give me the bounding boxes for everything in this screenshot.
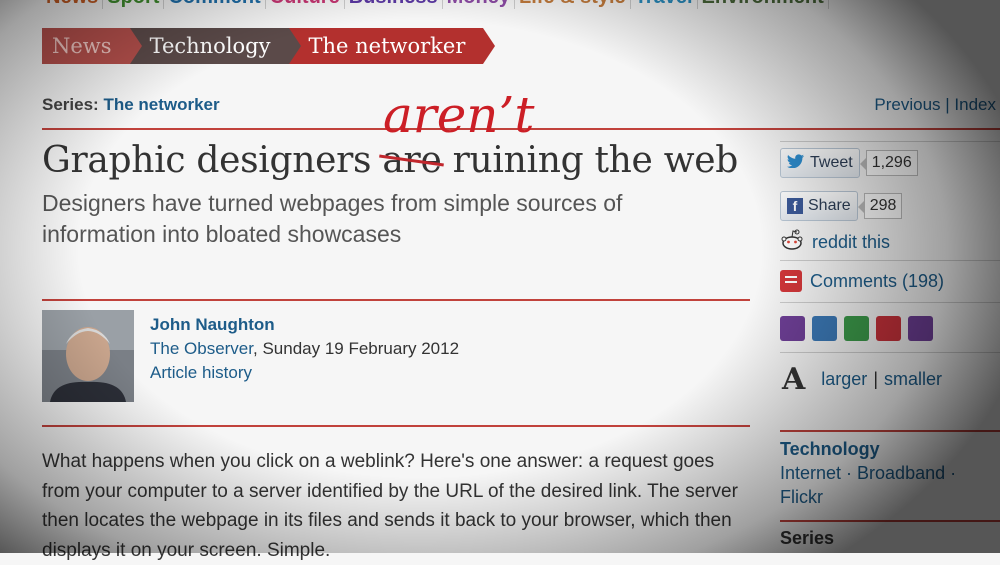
byline-publication-line: The Observer, Sunday 19 February 2012 <box>150 337 459 361</box>
breadcrumb: News Technology The networker <box>42 28 496 64</box>
larger-text-button[interactable]: larger <box>821 369 867 390</box>
facebook-share-button[interactable]: f Share <box>780 191 858 221</box>
divider <box>780 352 1000 353</box>
headline-part1: Graphic designers <box>42 140 383 181</box>
publish-date: , Sunday 19 February 2012 <box>253 339 460 358</box>
reddit-label: reddit this <box>812 232 891 252</box>
tweet-count: 1,296 <box>859 150 918 176</box>
text-size-separator: | <box>873 369 878 389</box>
divider <box>42 425 750 427</box>
breadcrumb-news[interactable]: News <box>42 28 142 64</box>
standfirst: Designers have turned webpages from simp… <box>42 190 623 247</box>
email-icon[interactable] <box>812 316 837 341</box>
nav-comment[interactable]: Comment <box>164 0 266 9</box>
share-icon[interactable] <box>844 316 869 341</box>
text-size-icon: A <box>782 362 806 397</box>
comments-label: Comments (198) <box>810 270 945 291</box>
technology-heading[interactable]: Technology <box>780 437 980 461</box>
page-title: Graphic designers are ruining the web <box>42 140 738 181</box>
share-count: 298 <box>857 193 903 219</box>
nav-life-style[interactable]: Life & style <box>515 0 631 9</box>
print-icon[interactable] <box>780 316 805 341</box>
tweet-button[interactable]: Tweet <box>780 148 860 178</box>
smaller-text-button[interactable]: smaller <box>884 369 942 390</box>
tweet-row: Tweet 1,296 <box>780 148 918 178</box>
divider <box>780 302 1000 303</box>
share-icons <box>780 316 933 341</box>
article-history-link[interactable]: Article history <box>150 361 459 385</box>
byline: John Naughton The Observer, Sunday 19 Fe… <box>150 313 459 385</box>
struck-word: are <box>382 140 442 181</box>
reddit-link[interactable]: reddit this <box>780 229 890 256</box>
divider <box>780 260 1000 261</box>
top-nav: News Sport Comment Culture Business Mone… <box>42 0 829 9</box>
headline-part2: ruining the web <box>441 140 739 181</box>
technology-links[interactable]: Internet · Broadband · Flickr <box>780 461 980 509</box>
breadcrumb-the-networker[interactable]: The networker <box>288 28 496 64</box>
divider <box>780 141 1000 142</box>
article-body: What happens when you click on a weblink… <box>42 451 738 561</box>
divider <box>780 430 1000 432</box>
twitter-bird-icon <box>787 153 805 173</box>
series-prefix: Series: <box>42 95 99 114</box>
text-size-controls: A larger | smaller <box>782 362 942 397</box>
previous-index-links[interactable]: Previous | Index <box>874 95 996 115</box>
reddit-icon <box>780 229 804 256</box>
technology-section: Technology Internet · Broadband · Flickr <box>780 437 980 509</box>
divider <box>780 520 1000 522</box>
series-heading: Series <box>780 528 835 548</box>
facebook-share-row: f Share 298 <box>780 191 903 221</box>
comments-link[interactable]: Comments (198) <box>780 270 944 292</box>
comment-bubble-icon <box>780 270 802 292</box>
divider <box>42 299 750 301</box>
nav-business[interactable]: Business <box>345 0 443 9</box>
share-label: Share <box>808 197 851 214</box>
nav-money[interactable]: Money <box>443 0 515 9</box>
clip-icon[interactable] <box>876 316 901 341</box>
author-photo <box>42 310 134 402</box>
series-link[interactable]: The networker <box>103 95 219 114</box>
series-label: Series: The networker <box>42 95 220 115</box>
author-name[interactable]: John Naughton <box>150 313 459 337</box>
facebook-icon: f <box>787 198 803 214</box>
nav-travel[interactable]: Travel <box>631 0 698 9</box>
breadcrumb-technology[interactable]: Technology <box>129 28 301 64</box>
nav-environment[interactable]: Environment <box>698 0 829 9</box>
nav-news[interactable]: News <box>42 0 104 9</box>
handwritten-correction: aren’t <box>383 86 535 144</box>
tweet-label: Tweet <box>810 154 853 171</box>
nav-culture[interactable]: Culture <box>266 0 345 9</box>
publication-link[interactable]: The Observer <box>150 339 253 358</box>
google-icon[interactable] <box>908 316 933 341</box>
nav-sport[interactable]: Sport <box>103 0 165 9</box>
